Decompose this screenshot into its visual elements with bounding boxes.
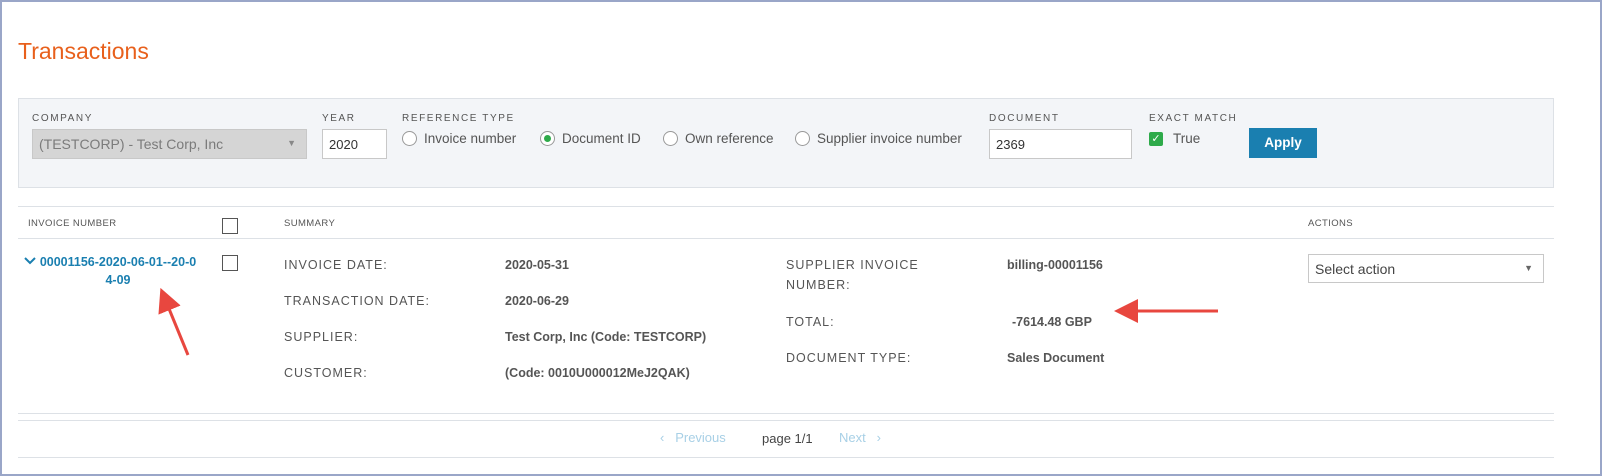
annotation-arrow-invoice [158,287,190,356]
annotation-arrows [158,287,1218,356]
